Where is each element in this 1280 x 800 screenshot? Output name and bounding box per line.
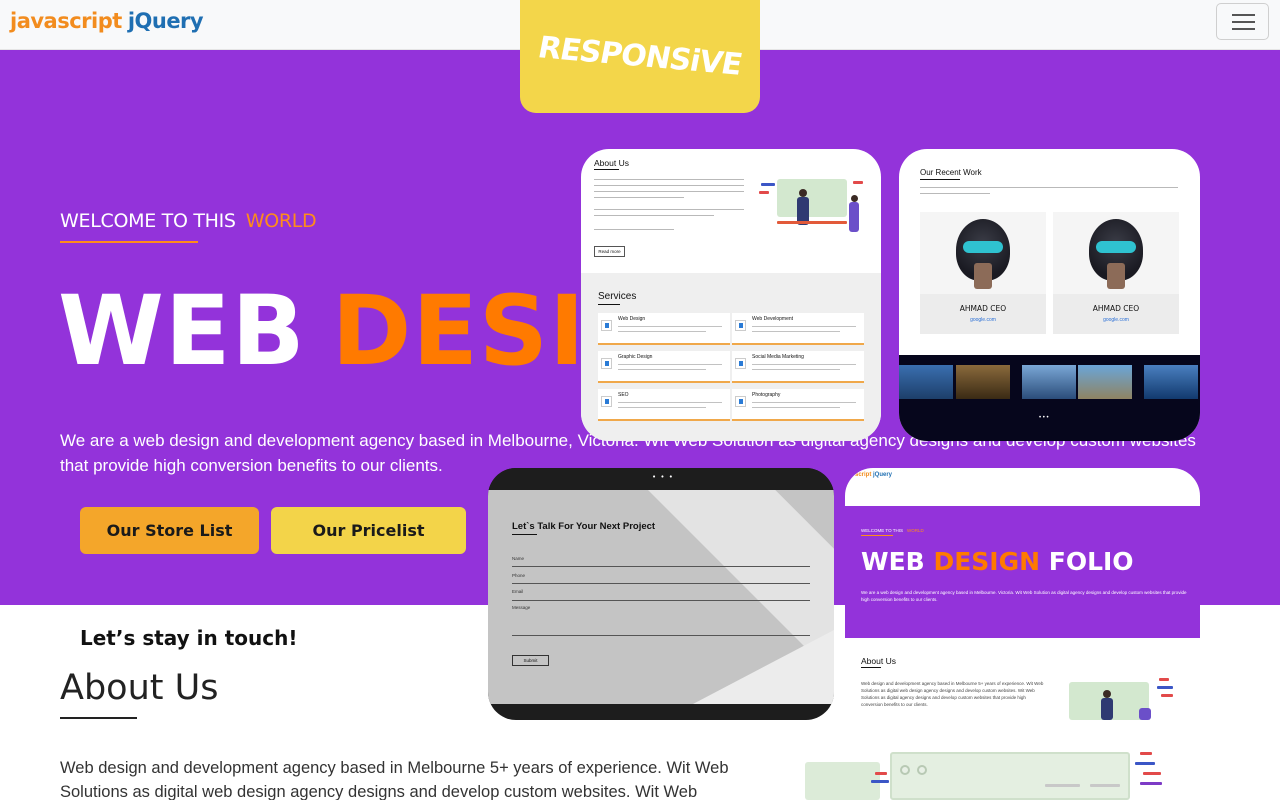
preview-work-heading: Our Recent Work (920, 168, 982, 177)
preview-folio-title: WEB DESIGN FOLIO (861, 547, 1134, 576)
team-member-link[interactable]: google.com (1053, 317, 1179, 323)
preview-about-heading: About Us (594, 158, 629, 168)
service-card[interactable]: Graphic Design (598, 351, 730, 383)
submit-button[interactable]: Submit (512, 655, 549, 666)
carousel-dots[interactable]: • • • (1039, 415, 1049, 421)
field-label-name: Name (512, 556, 525, 561)
brand-part-jquery: jQuery (127, 9, 204, 33)
about-illustration (805, 748, 1200, 800)
preview-services-section: Services Web Design Web Development Grap… (581, 273, 881, 441)
gallery-thumb[interactable] (1144, 365, 1198, 399)
pricelist-button[interactable]: Our Pricelist (271, 507, 466, 554)
name-field[interactable] (512, 566, 810, 567)
team-member-photo (920, 212, 1046, 294)
phone-field[interactable] (512, 583, 810, 584)
brush-icon (601, 358, 612, 369)
team-member-card[interactable]: AHMAD CEO google.com (920, 212, 1046, 334)
hero-title-white: WEB (58, 275, 306, 387)
field-label-message: Message (512, 605, 531, 610)
preview-folio-illustration (1065, 676, 1185, 720)
preview-folio-about-heading: About Us (861, 656, 896, 666)
brand-logo[interactable]: javascript jQuery (10, 9, 204, 33)
team-member-card[interactable]: AHMAD CEO google.com (1053, 212, 1179, 334)
brand-part-javascript: javascript (10, 9, 122, 33)
preview-folio-about-text: Web design and development agency based … (861, 681, 1044, 707)
about-underline (60, 717, 137, 719)
message-field[interactable] (512, 635, 810, 636)
hero-title: WEB DESIG (58, 275, 666, 387)
gallery-thumb[interactable] (899, 365, 953, 399)
email-field[interactable] (512, 600, 810, 601)
responsive-label: RESPONSiVE (535, 30, 745, 83)
gallery-thumb[interactable] (1078, 365, 1132, 399)
preview-contact-heading: Let`s Talk For Your Next Project (512, 521, 656, 532)
preview-folio-welcome: WELCOME TO THIS WORLD (861, 528, 924, 533)
globe-icon (735, 320, 746, 331)
team-member-link[interactable]: google.com (920, 317, 1046, 323)
about-text: Web design and development agency based … (60, 759, 729, 800)
hamburger-menu-icon[interactable] (1216, 3, 1269, 40)
service-card[interactable]: Social Media Marketing (732, 351, 864, 383)
contact-tagline: Let’s stay in touch! (80, 626, 298, 650)
preview-card-contact: • • • Let`s Talk For Your Next Project N… (488, 468, 834, 720)
preview-card-folio: script jQuery WELCOME TO THIS WORLD WEB D… (845, 468, 1200, 720)
preview-about-illustration (757, 175, 869, 240)
hero-welcome: WELCOME TO THIS WORLD (60, 210, 317, 232)
lightbulb-icon (601, 396, 612, 407)
preview-card-about-services: About Us Read more Services Web Design W… (581, 149, 881, 441)
welcome-text: WELCOME TO THIS (60, 210, 236, 232)
welcome-underline (60, 241, 198, 243)
preview-brand: script jQuery (855, 472, 893, 478)
field-label-email: Email (512, 589, 524, 594)
store-list-button[interactable]: Our Store List (80, 507, 259, 554)
service-card[interactable]: Web Development (732, 313, 864, 345)
preview-contact-form: Let`s Talk For Your Next Project Name Ph… (488, 490, 834, 704)
about-heading: About Us (60, 668, 219, 708)
field-label-phone: Phone (512, 573, 526, 578)
camera-icon (735, 396, 746, 407)
gallery-thumb[interactable] (956, 365, 1010, 399)
window-dots: • • • (652, 473, 674, 481)
team-member-photo (1053, 212, 1179, 294)
service-card[interactable]: Web Design (598, 313, 730, 345)
welcome-highlight: WORLD (245, 210, 317, 232)
share-icon (735, 358, 746, 369)
preview-read-more-button[interactable]: Read more (594, 246, 625, 257)
pencil-icon (601, 320, 612, 331)
service-card[interactable]: SEO (598, 389, 730, 421)
preview-folio-text: We are a web design and development agen… (861, 590, 1187, 602)
preview-services-heading: Services (598, 291, 637, 302)
service-card[interactable]: Photography (732, 389, 864, 421)
responsive-badge: RESPONSiVE (520, 0, 760, 113)
gallery-thumb[interactable] (1022, 365, 1076, 399)
preview-card-recent-work: Our Recent Work AHMAD CEO google.com AHM… (899, 149, 1200, 441)
